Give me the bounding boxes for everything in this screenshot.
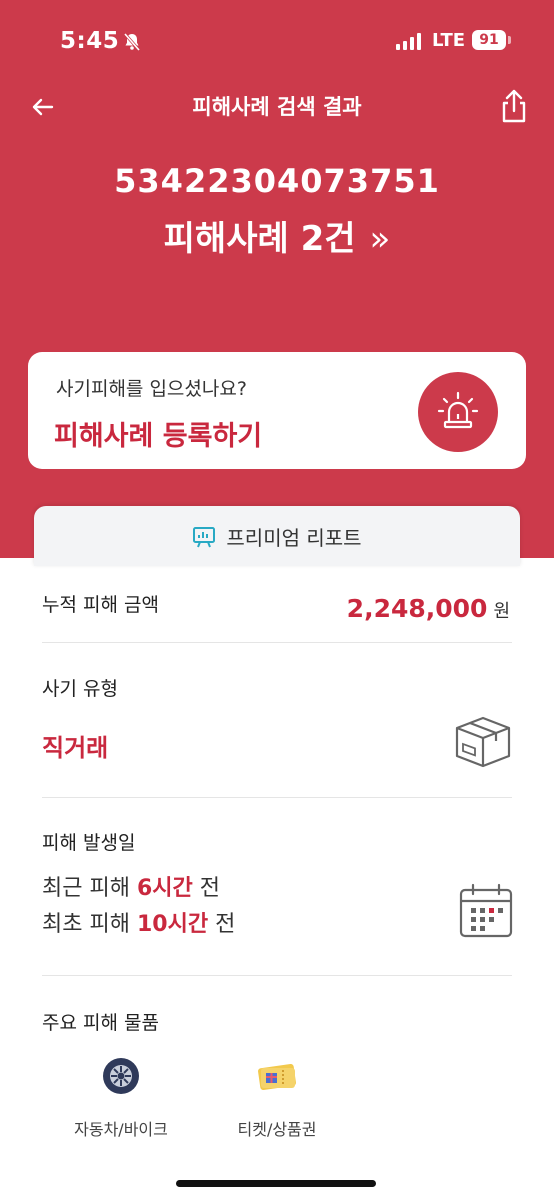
damage-date-label: 피해 발생일 bbox=[42, 832, 136, 854]
recent-damage-value: 6시간 bbox=[136, 876, 193, 901]
register-action-label: 피해사례 등록하기 bbox=[54, 421, 263, 452]
first-damage-line: 최초 피해 10시간 전 bbox=[42, 906, 235, 938]
cases-link[interactable]: 피해사례 2건 » bbox=[0, 214, 554, 264]
presentation-icon bbox=[193, 526, 216, 547]
recent-damage-line: 최근 피해 6시간 전 bbox=[42, 870, 220, 902]
total-damage-unit: 원 bbox=[493, 601, 510, 622]
recent-damage-suffix: 전 bbox=[199, 876, 221, 901]
tire-icon bbox=[103, 1058, 139, 1094]
divider bbox=[42, 797, 512, 798]
total-damage-value: 2,248,000 bbox=[346, 594, 488, 623]
total-damage-label: 누적 피해 금액 bbox=[42, 594, 159, 616]
siren-icon bbox=[437, 391, 479, 429]
divider bbox=[42, 642, 512, 643]
share-icon[interactable] bbox=[498, 88, 530, 124]
bell-muted-icon bbox=[123, 33, 141, 51]
register-case-card[interactable]: 사기피해를 입으셨나요? 피해사례 등록하기 bbox=[28, 352, 526, 469]
main-items-label: 주요 피해 물품 bbox=[42, 1012, 159, 1034]
chevron-double-right-icon: » bbox=[369, 219, 391, 259]
status-bar: 5:45 LTE 91 bbox=[0, 22, 554, 62]
cases-count: 피해사례 2건 bbox=[163, 219, 356, 259]
recent-damage-prefix: 최근 피해 bbox=[42, 876, 130, 901]
page-title: 피해사례 검색 결과 bbox=[192, 95, 362, 119]
register-question: 사기피해를 입으셨나요? bbox=[56, 378, 247, 400]
battery-icon: 91 bbox=[472, 30, 506, 50]
status-time: 5:45 bbox=[60, 28, 120, 54]
network-label: LTE bbox=[432, 30, 466, 51]
item-car-bike[interactable]: 자동차/바이크 bbox=[56, 1054, 186, 1140]
battery-tip bbox=[508, 36, 511, 44]
item-label: 티켓/상품권 bbox=[237, 1120, 317, 1139]
ticket-icon bbox=[258, 1063, 296, 1091]
siren-button[interactable] bbox=[418, 372, 498, 452]
divider bbox=[42, 975, 512, 976]
first-damage-value: 10시간 bbox=[136, 912, 209, 937]
total-damage-amount: 2,248,000 원 bbox=[347, 594, 510, 623]
box-icon bbox=[455, 716, 511, 768]
fraud-type-value: 직거래 bbox=[42, 734, 109, 762]
first-damage-prefix: 최초 피해 bbox=[42, 912, 130, 937]
header-background bbox=[0, 0, 554, 558]
premium-report-label: 프리미엄 리포트 bbox=[226, 526, 362, 550]
premium-report-tab[interactable]: 프리미엄 리포트 bbox=[34, 506, 520, 566]
item-label: 자동차/바이크 bbox=[74, 1120, 168, 1139]
account-number: 53422304073751 bbox=[114, 162, 440, 200]
home-indicator bbox=[176, 1180, 376, 1187]
item-ticket-voucher[interactable]: 티켓/상품권 bbox=[212, 1054, 342, 1140]
fraud-type-label: 사기 유형 bbox=[42, 678, 118, 700]
calendar-icon bbox=[459, 883, 513, 938]
signal-icon bbox=[396, 32, 421, 50]
first-damage-suffix: 전 bbox=[215, 912, 236, 937]
